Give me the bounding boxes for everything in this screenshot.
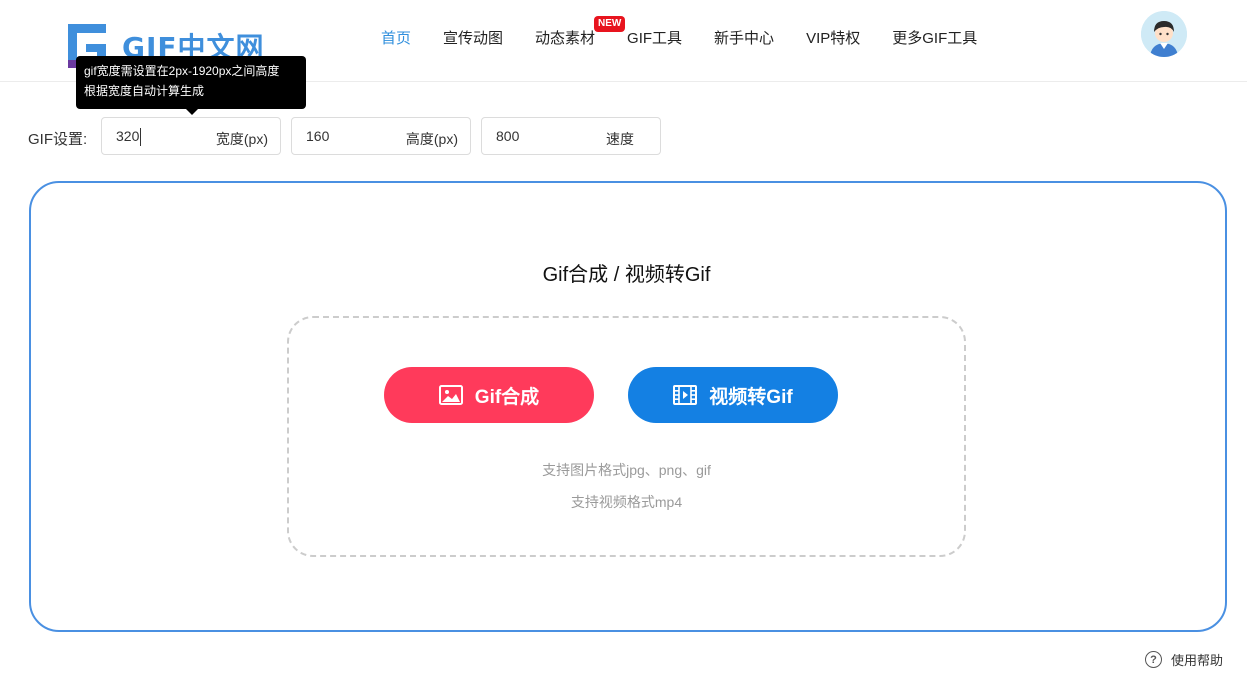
nav-item-beginner-center[interactable]: 新手中心: [714, 29, 774, 49]
user-avatar[interactable]: [1141, 11, 1187, 57]
panel-title: Gif合成 / 视频转Gif: [542, 264, 711, 286]
gif-settings-label: GIF设置:: [28, 131, 88, 148]
nav-item-vip[interactable]: VIP特权: [806, 29, 860, 49]
image-format-hint: 支持图片格式jpg、png、gif: [542, 462, 711, 478]
help-link[interactable]: ? 使用帮助: [1145, 650, 1223, 669]
video-to-gif-button-label: 视频转Gif: [709, 386, 793, 408]
nav-item-more-tools[interactable]: 更多GIF工具: [892, 29, 977, 49]
speed-unit-label: 速度: [606, 131, 634, 147]
nav-item-gif-tools[interactable]: GIF工具: [627, 29, 682, 49]
user-avatar-icon: [1141, 11, 1187, 57]
height-field: 高度(px): [291, 117, 471, 155]
speed-field: 速度: [481, 117, 661, 155]
width-unit-label: 宽度(px): [215, 131, 268, 147]
upload-dropzone[interactable]: [287, 316, 966, 557]
image-icon: [438, 385, 463, 405]
width-tooltip: gif宽度需设置在2px-1920px之间高度 根据宽度自动计算生成: [76, 56, 306, 109]
speed-input[interactable]: [496, 128, 586, 144]
tooltip-arrow: [186, 109, 198, 115]
help-link-label: 使用帮助: [1171, 653, 1224, 668]
tooltip-line-2: 根据宽度自动计算生成: [84, 84, 205, 98]
height-unit-label: 高度(px): [405, 131, 458, 147]
width-input[interactable]: [116, 128, 206, 144]
width-field: 宽度(px): [101, 117, 281, 155]
nav-item-dynamic-assets[interactable]: 动态素材: [535, 29, 595, 49]
video-to-gif-button[interactable]: 视频转Gif: [628, 367, 838, 423]
new-badge: NEW: [594, 16, 626, 32]
nav-item-home[interactable]: 首页: [381, 29, 411, 49]
height-input[interactable]: [306, 128, 396, 144]
tooltip-line-1: gif宽度需设置在2px-1920px之间高度: [84, 64, 280, 78]
nav-item-promo-gifs[interactable]: 宣传动图: [443, 29, 503, 49]
video-film-icon: [673, 385, 698, 405]
question-circle-icon: ?: [1145, 651, 1162, 668]
text-caret: [140, 128, 141, 146]
gif-compose-button-label: Gif合成: [474, 386, 540, 408]
main-nav: 首页 宣传动图 动态素材 GIF工具 新手中心 VIP特权 更多GIF工具: [381, 29, 1009, 49]
gif-compose-button[interactable]: Gif合成: [384, 367, 594, 423]
video-format-hint: 支持视频格式mp4: [570, 494, 683, 510]
